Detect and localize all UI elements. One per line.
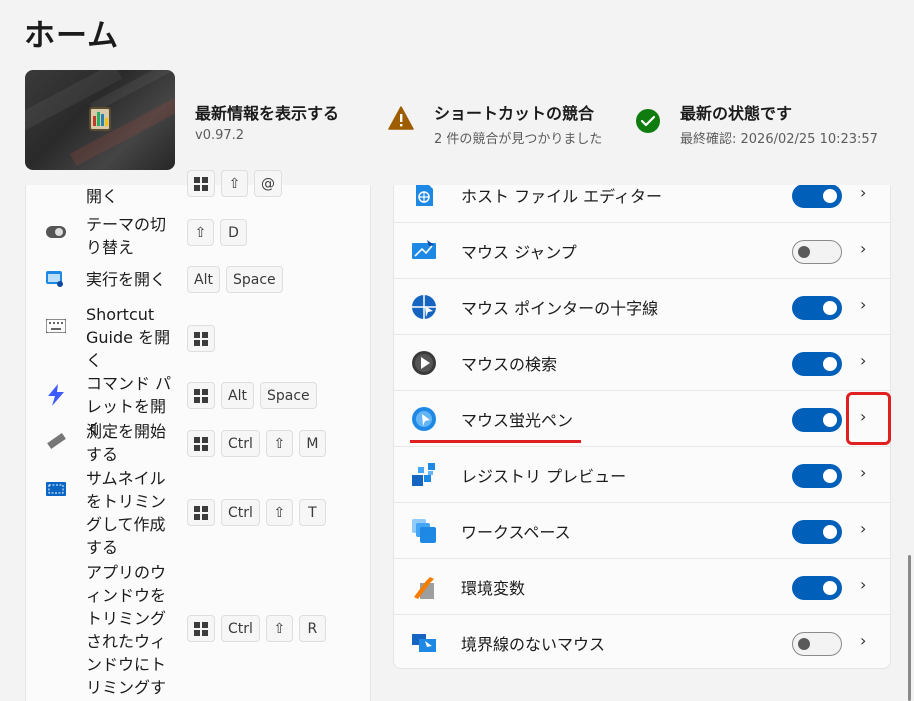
version-label: v0.97.2 — [195, 128, 245, 143]
module-toggle[interactable] — [792, 352, 842, 376]
module-toggle[interactable] — [792, 296, 842, 320]
module-row-workspaces[interactable]: ワークスペース › — [394, 502, 890, 558]
chevron-right-icon[interactable]: › — [860, 239, 866, 258]
chevron-right-icon[interactable]: › — [860, 351, 866, 370]
shift-key: ⇧ — [221, 170, 248, 197]
last-checked: 最終確認: 2026/02/25 10:23:57 — [680, 132, 878, 147]
module-row-crosshairs[interactable]: マウス ポインターの十字線 › — [394, 278, 890, 334]
windows-key — [187, 170, 215, 197]
key-label: T — [298, 499, 326, 526]
windows-key — [187, 430, 215, 457]
scrollbar[interactable] — [908, 555, 911, 701]
mouse-without-borders-icon — [412, 634, 436, 652]
ruler-icon — [47, 433, 66, 450]
module-row-environment-variables[interactable]: 環境変数 › — [394, 558, 890, 614]
shortcuts-panel: 開く ⇧ @ テーマの切り替え ⇧ D 実行を開く Alt Space Shor… — [25, 170, 371, 701]
module-toggle[interactable] — [792, 632, 842, 656]
check-circle-icon — [636, 109, 660, 133]
modules-panel: ホスト ファイル エディター › マウス ジャンプ › マウス ポインターの十字… — [393, 185, 891, 669]
run-icon — [46, 271, 63, 287]
key-label: Alt — [221, 382, 254, 409]
page-title: ホーム — [24, 18, 120, 54]
registry-preview-icon — [412, 463, 435, 486]
crop-thumbnail-icon — [46, 482, 66, 496]
environment-variables-icon — [414, 577, 434, 599]
highlight-annotation-box — [846, 392, 891, 445]
module-label: ワークスペース — [461, 523, 571, 542]
theme-toggle-icon — [46, 226, 66, 238]
chevron-right-icon[interactable]: › — [860, 575, 866, 594]
command-palette-icon — [48, 384, 64, 406]
key-label: @ — [254, 170, 282, 197]
shortcut-label: サムネイルをトリミングして作成する — [86, 469, 167, 557]
mouse-jump-icon — [412, 240, 436, 259]
shortcut-label: アプリのウィンドウをトリミングされたウィンドウにトリミングする — [86, 563, 167, 697]
module-label: ホスト ファイル エディター — [461, 187, 663, 206]
module-toggle[interactable] — [792, 464, 842, 488]
underline-annotation — [410, 440, 581, 443]
module-toggle[interactable] — [792, 408, 842, 432]
warning-icon — [388, 106, 414, 130]
module-label: マウス ポインターの十字線 — [461, 299, 659, 318]
windows-key — [187, 325, 215, 352]
module-toggle[interactable] — [792, 520, 842, 544]
module-toggle[interactable] — [792, 576, 842, 600]
shift-key: ⇧ — [187, 219, 214, 246]
windows-key — [187, 615, 215, 642]
module-toggle[interactable] — [792, 185, 842, 208]
module-label: レジストリ プレビュー — [461, 467, 627, 486]
module-row-hosts[interactable]: ホスト ファイル エディター › — [394, 185, 890, 223]
module-row-mouse-without-borders[interactable]: 境界線のないマウス › — [394, 614, 890, 668]
key-label: Space — [225, 266, 283, 293]
workspaces-icon — [412, 519, 436, 543]
conflict-title[interactable]: ショートカットの競合 — [434, 100, 602, 124]
chevron-right-icon[interactable]: › — [860, 295, 866, 314]
find-mouse-icon — [412, 351, 436, 375]
shortcut-label: 実行を開く — [86, 270, 167, 289]
update-thumbnail[interactable] — [25, 70, 175, 170]
key-label: Ctrl — [221, 499, 260, 526]
module-row-mouse-highlighter[interactable]: マウス蛍光ペン › — [394, 390, 890, 446]
shift-key: ⇧ — [265, 499, 293, 526]
key-label: Space — [259, 382, 317, 409]
key-label: Ctrl — [221, 615, 260, 642]
update-status-card: 最新の状態です 最終確認: 2026/02/25 10:23:57 — [680, 100, 878, 147]
module-row-find-mouse[interactable]: マウスの検索 › — [394, 334, 890, 390]
keyboard-icon — [46, 319, 66, 333]
whats-new-card[interactable]: 最新情報を表示する v0.97.2 — [195, 100, 339, 143]
windows-key — [187, 382, 215, 409]
chevron-right-icon[interactable]: › — [860, 463, 866, 482]
key-label: R — [298, 615, 326, 642]
chevron-right-icon[interactable]: › — [860, 519, 866, 538]
module-label: 境界線のないマウス — [461, 635, 606, 654]
module-label: マウス蛍光ペン — [461, 411, 574, 430]
key-label: M — [298, 430, 326, 457]
whats-new-title[interactable]: 最新情報を表示する — [195, 100, 339, 124]
shortcut-label: Shortcut Guide を開く — [86, 305, 171, 370]
module-label: マウス ジャンプ — [461, 243, 577, 262]
module-toggle[interactable] — [792, 240, 842, 264]
shortcut-label: 開く — [86, 187, 119, 206]
powertoys-logo-icon — [89, 107, 111, 131]
module-row-mouse-jump[interactable]: マウス ジャンプ › — [394, 222, 890, 278]
hosts-file-icon — [416, 185, 433, 206]
shift-key: ⇧ — [265, 430, 293, 457]
key-label: Alt — [187, 266, 220, 293]
status-title: 最新の状態です — [680, 104, 793, 123]
windows-key — [187, 499, 215, 526]
shortcut-label: 測定を開始する — [86, 422, 167, 464]
conflict-count: 2 件の競合が見つかりました — [434, 132, 603, 147]
shortcut-label: テーマの切り替え — [86, 215, 167, 257]
crosshairs-icon — [412, 295, 436, 319]
module-label: マウスの検索 — [461, 355, 558, 374]
module-label: 環境変数 — [461, 579, 526, 598]
shift-key: ⇧ — [265, 615, 293, 642]
key-label: Ctrl — [221, 430, 260, 457]
chevron-right-icon[interactable]: › — [860, 631, 866, 650]
chevron-right-icon[interactable]: › — [860, 185, 866, 202]
key-label: D — [220, 219, 247, 246]
module-row-registry-preview[interactable]: レジストリ プレビュー › — [394, 446, 890, 502]
shortcut-conflict-card[interactable]: ショートカットの競合 2 件の競合が見つかりました — [434, 100, 602, 147]
mouse-highlighter-icon — [412, 407, 436, 431]
